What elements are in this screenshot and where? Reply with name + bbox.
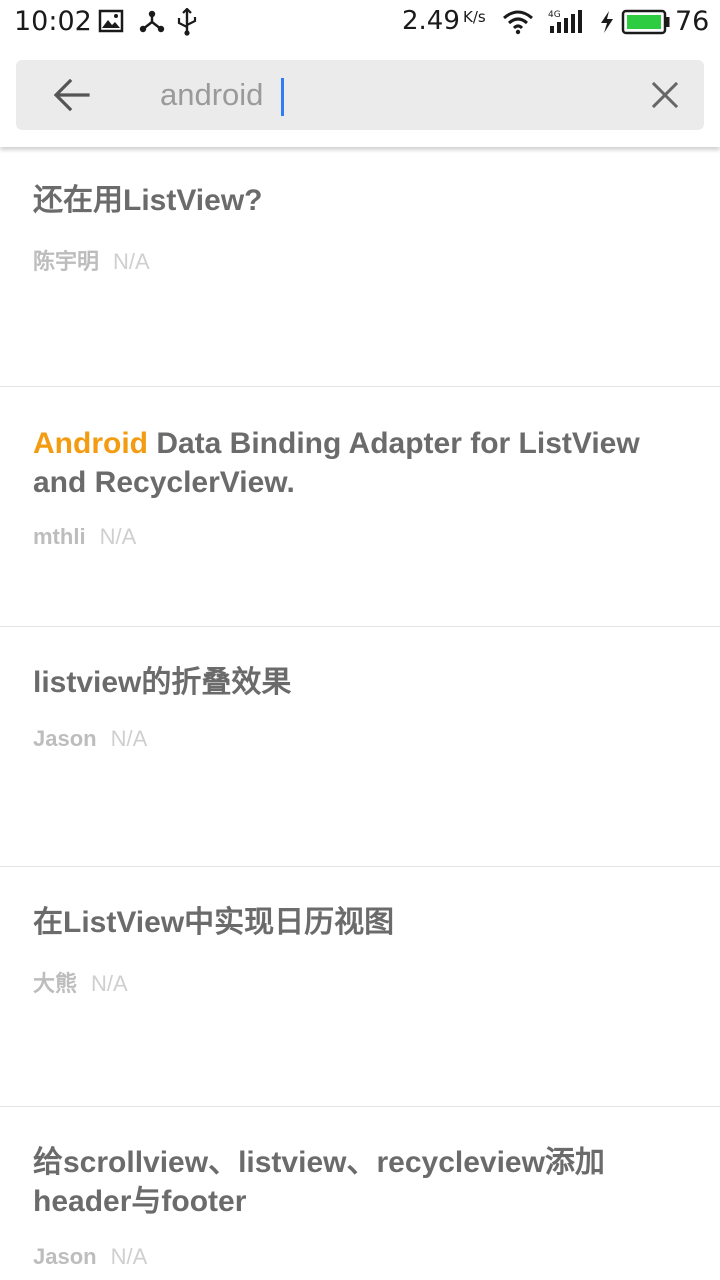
item-author: 大熊 xyxy=(33,971,78,996)
item-meta: 陈宇明 N/A xyxy=(33,244,150,276)
image-icon xyxy=(98,9,124,33)
battery-level: 76 xyxy=(675,6,710,37)
text-cursor xyxy=(281,78,284,116)
results-list: 还在用ListView? 陈宇明 N/A Android Data Binding… xyxy=(0,147,720,1279)
item-date: N/A xyxy=(110,1244,148,1269)
search-input[interactable] xyxy=(158,70,618,120)
share-icon xyxy=(139,10,165,33)
item-title: Android Data Binding Adapter for ListVie… xyxy=(33,424,653,502)
charging-icon xyxy=(601,11,613,33)
item-author: 陈宇明 xyxy=(33,249,100,274)
battery-icon xyxy=(621,9,670,35)
search-toolbar xyxy=(0,44,720,147)
item-meta: 大熊 N/A xyxy=(33,966,128,998)
usb-icon xyxy=(177,8,197,36)
status-time: 10:02 xyxy=(14,6,92,37)
close-icon[interactable] xyxy=(650,80,680,110)
list-item[interactable]: 给scrollview、listview、recycleview添加header… xyxy=(0,1107,720,1279)
list-item[interactable]: 在ListView中实现日历视图 大熊 N/A xyxy=(0,867,720,1107)
network-speed-unit: K/s xyxy=(463,8,486,26)
list-item[interactable]: Android Data Binding Adapter for ListVie… xyxy=(0,387,720,627)
item-title: listview的折叠效果 xyxy=(33,666,292,699)
status-bar: 10:02 2.49 K/s 4G 76 xyxy=(0,0,720,44)
item-date: N/A xyxy=(99,524,137,549)
network-speed: 2.49 xyxy=(402,6,460,36)
svg-text:4G: 4G xyxy=(548,10,561,20)
back-arrow-icon[interactable] xyxy=(52,77,92,113)
item-title: 还在用ListView? xyxy=(33,184,263,217)
item-title: 给scrollview、listview、recycleview添加header… xyxy=(33,1146,605,1218)
item-date: N/A xyxy=(110,726,148,751)
list-item[interactable]: 还在用ListView? 陈宇明 N/A xyxy=(0,147,720,387)
item-meta: Jason N/A xyxy=(33,726,147,752)
item-author: Jason xyxy=(33,726,97,751)
search-box xyxy=(16,60,704,130)
item-title: 在ListView中实现日历视图 xyxy=(33,906,395,939)
title-highlight: Android xyxy=(33,427,148,460)
item-date: N/A xyxy=(113,249,150,274)
item-meta: Jason N/A xyxy=(33,1244,147,1270)
item-author: Jason xyxy=(33,1244,97,1269)
item-author: mthli xyxy=(33,524,86,549)
item-date: N/A xyxy=(91,971,128,996)
wifi-icon xyxy=(503,10,533,35)
signal-4g-icon: 4G xyxy=(548,10,582,33)
list-item[interactable]: listview的折叠效果 Jason N/A xyxy=(0,627,720,867)
item-meta: mthli N/A xyxy=(33,524,136,550)
